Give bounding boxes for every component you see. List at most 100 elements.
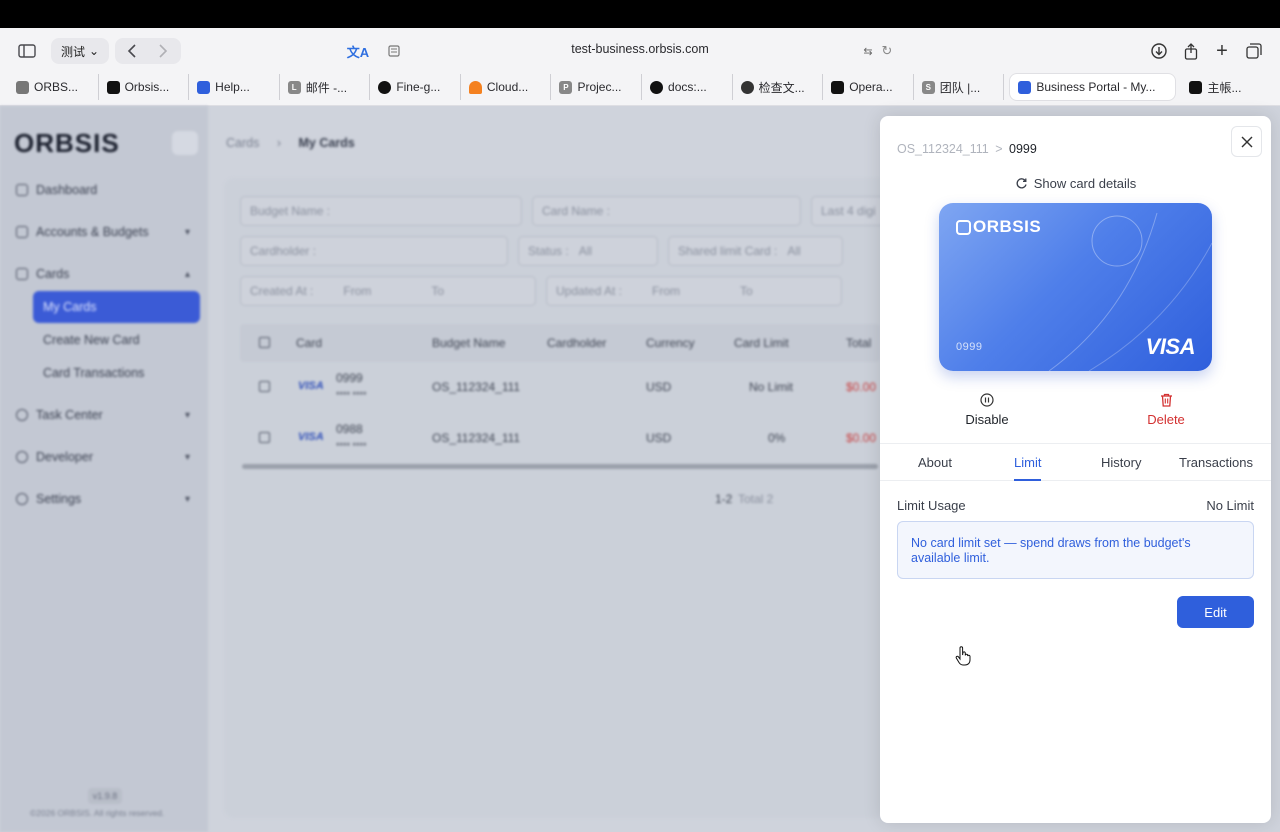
breadcrumb-parent[interactable]: Cards bbox=[226, 136, 259, 150]
sidebar: ORBSIS Dashboard Accounts & Budgets ▾ Car… bbox=[0, 106, 208, 832]
letter-favicon-icon: P bbox=[559, 80, 573, 94]
browser-tab[interactable]: P Projec... bbox=[551, 74, 643, 100]
browser-chrome: 测试 ⌄ 文A test-business.orbsis.com ⇆ ↻ + O… bbox=[0, 28, 1280, 106]
tab-transactions[interactable]: Transactions bbox=[1179, 444, 1253, 481]
forward-icon[interactable] bbox=[152, 37, 174, 65]
reload-icon[interactable]: ↻ bbox=[878, 37, 896, 65]
created-at-filter[interactable]: Created At : From To bbox=[240, 276, 536, 306]
disable-button[interactable]: Disable bbox=[942, 393, 1032, 427]
card-network-logo: VISA bbox=[1145, 334, 1196, 359]
openai-icon bbox=[740, 80, 754, 94]
browser-tab[interactable]: Cloud... bbox=[461, 74, 552, 100]
profile-switcher[interactable]: 测试 ⌄ bbox=[51, 38, 110, 64]
table-scrollbar[interactable] bbox=[242, 464, 878, 469]
tab-label: docs:... bbox=[668, 80, 707, 94]
edit-button[interactable]: Edit bbox=[1177, 596, 1254, 628]
limit-usage-label: Limit Usage bbox=[897, 498, 966, 513]
column-budget-name: Budget Name bbox=[432, 336, 506, 350]
sidebar-item-card-transactions[interactable]: Card Transactions bbox=[33, 357, 200, 389]
browser-tab[interactable]: ORBS... bbox=[8, 74, 99, 100]
tab-limit[interactable]: Limit bbox=[1014, 444, 1042, 481]
card-last4: 0999 bbox=[956, 341, 983, 353]
orbsis-mark-icon bbox=[956, 219, 971, 235]
select-all-checkbox[interactable] bbox=[259, 337, 270, 348]
sidebar-item-create-card[interactable]: Create New Card bbox=[33, 324, 200, 356]
back-icon[interactable] bbox=[121, 37, 143, 65]
close-button[interactable] bbox=[1231, 126, 1262, 157]
sidebar-item-task-center[interactable]: Task Center ▾ bbox=[16, 402, 196, 428]
tab-strip: ORBS... Orbsis... Help... L 邮件 -... Fine-… bbox=[8, 74, 1272, 102]
download-icon[interactable] bbox=[1148, 37, 1170, 65]
row-card-masked: **** **** bbox=[336, 390, 367, 400]
github-icon bbox=[650, 80, 664, 94]
new-tab-icon[interactable]: + bbox=[1211, 37, 1233, 65]
row-currency: USD bbox=[646, 431, 672, 445]
browser-tab[interactable]: Opera... bbox=[823, 74, 914, 100]
budget-name-filter[interactable]: Budget Name : bbox=[240, 196, 522, 226]
browser-tab[interactable]: L 邮件 -... bbox=[280, 74, 371, 100]
updated-at-label: Updated At : bbox=[556, 284, 623, 298]
updated-to: To bbox=[740, 284, 753, 298]
tab-label: Opera... bbox=[849, 80, 893, 94]
browser-tab[interactable]: Orbsis... bbox=[99, 74, 190, 100]
browser-tab[interactable]: docs:... bbox=[642, 74, 733, 100]
browser-tab[interactable]: S 团队 |... bbox=[914, 74, 1005, 100]
row-checkbox[interactable] bbox=[259, 381, 270, 392]
chevron-down-icon: ▾ bbox=[184, 409, 190, 421]
sidebar-item-settings[interactable]: Settings ▾ bbox=[16, 486, 196, 512]
sidebar-toggle-icon[interactable] bbox=[14, 37, 40, 65]
tab-about[interactable]: About bbox=[918, 444, 952, 481]
card-name-filter[interactable]: Card Name : bbox=[532, 196, 801, 226]
translate-icon[interactable]: 文A bbox=[346, 37, 370, 65]
cardholder-filter[interactable]: Cardholder : bbox=[240, 236, 508, 266]
breadcrumb-current: My Cards bbox=[298, 136, 355, 150]
breadcrumb-separator: › bbox=[276, 136, 281, 150]
browser-tab[interactable]: 主帳... bbox=[1181, 74, 1272, 100]
column-currency: Currency bbox=[646, 336, 695, 350]
cloud-icon bbox=[468, 80, 482, 94]
row-card-number[interactable]: 0999 bbox=[336, 371, 363, 385]
shared-filter-label: Shared limit Card : bbox=[678, 244, 778, 258]
sidebar-item-label: Task Center bbox=[36, 408, 103, 422]
row-card-limit: 0% bbox=[768, 431, 786, 445]
show-card-details-label: Show card details bbox=[1033, 176, 1137, 191]
drawer-tabs: About Limit History Transactions bbox=[880, 443, 1271, 481]
last4-filter[interactable]: Last 4 digi bbox=[811, 196, 891, 226]
sidebar-item-developer[interactable]: Developer ▾ bbox=[16, 444, 196, 470]
drawer-breadcrumb-parent[interactable]: OS_112324_111 bbox=[897, 142, 989, 156]
row-card-masked: **** **** bbox=[336, 441, 367, 451]
tab-overview-icon[interactable] bbox=[1243, 37, 1265, 65]
browser-tab[interactable]: Fine-g... bbox=[370, 74, 461, 100]
chevron-down-icon: ▾ bbox=[184, 451, 190, 463]
sidebar-item-dashboard[interactable]: Dashboard bbox=[16, 177, 196, 203]
share-icon[interactable] bbox=[1180, 37, 1202, 65]
tab-label: ORBS... bbox=[34, 80, 79, 94]
tab-label: Projec... bbox=[577, 80, 622, 94]
version-badge: v1.9.8 bbox=[88, 788, 122, 804]
tab-history[interactable]: History bbox=[1101, 444, 1141, 481]
limit-usage-value: No Limit bbox=[1206, 498, 1254, 513]
browser-tab[interactable]: Help... bbox=[189, 74, 280, 100]
row-total: $0.00 bbox=[846, 431, 877, 445]
letter-favicon-icon: L bbox=[287, 80, 301, 94]
shared-limit-filter[interactable]: Shared limit Card : All bbox=[668, 236, 843, 266]
row-currency: USD bbox=[646, 380, 672, 394]
status-filter[interactable]: Status : All bbox=[518, 236, 658, 266]
tab-label: 团队 |... bbox=[939, 80, 981, 95]
row-card-number[interactable]: 0988 bbox=[336, 422, 363, 436]
browser-tab[interactable]: 检查文... bbox=[733, 74, 824, 100]
address-bar[interactable]: test-business.orbsis.com bbox=[400, 42, 880, 56]
sidebar-item-accounts[interactable]: Accounts & Budgets ▾ bbox=[16, 219, 196, 245]
translate-page-icon[interactable]: ⇆ bbox=[858, 37, 878, 65]
updated-at-filter[interactable]: Updated At : From To bbox=[546, 276, 842, 306]
collapse-sidebar-button[interactable] bbox=[172, 131, 198, 155]
sidebar-item-cards[interactable]: Cards ▴ bbox=[16, 261, 196, 287]
row-checkbox[interactable] bbox=[259, 432, 270, 443]
shared-filter-value: All bbox=[787, 244, 801, 258]
delete-button[interactable]: Delete bbox=[1121, 393, 1211, 427]
browser-tab-active[interactable]: Business Portal - My... bbox=[1010, 74, 1176, 100]
created-at-label: Created At : bbox=[250, 284, 314, 298]
compass-icon bbox=[16, 80, 29, 94]
sidebar-item-my-cards[interactable]: My Cards bbox=[33, 291, 200, 323]
show-card-details-button[interactable]: Show card details bbox=[880, 176, 1271, 191]
